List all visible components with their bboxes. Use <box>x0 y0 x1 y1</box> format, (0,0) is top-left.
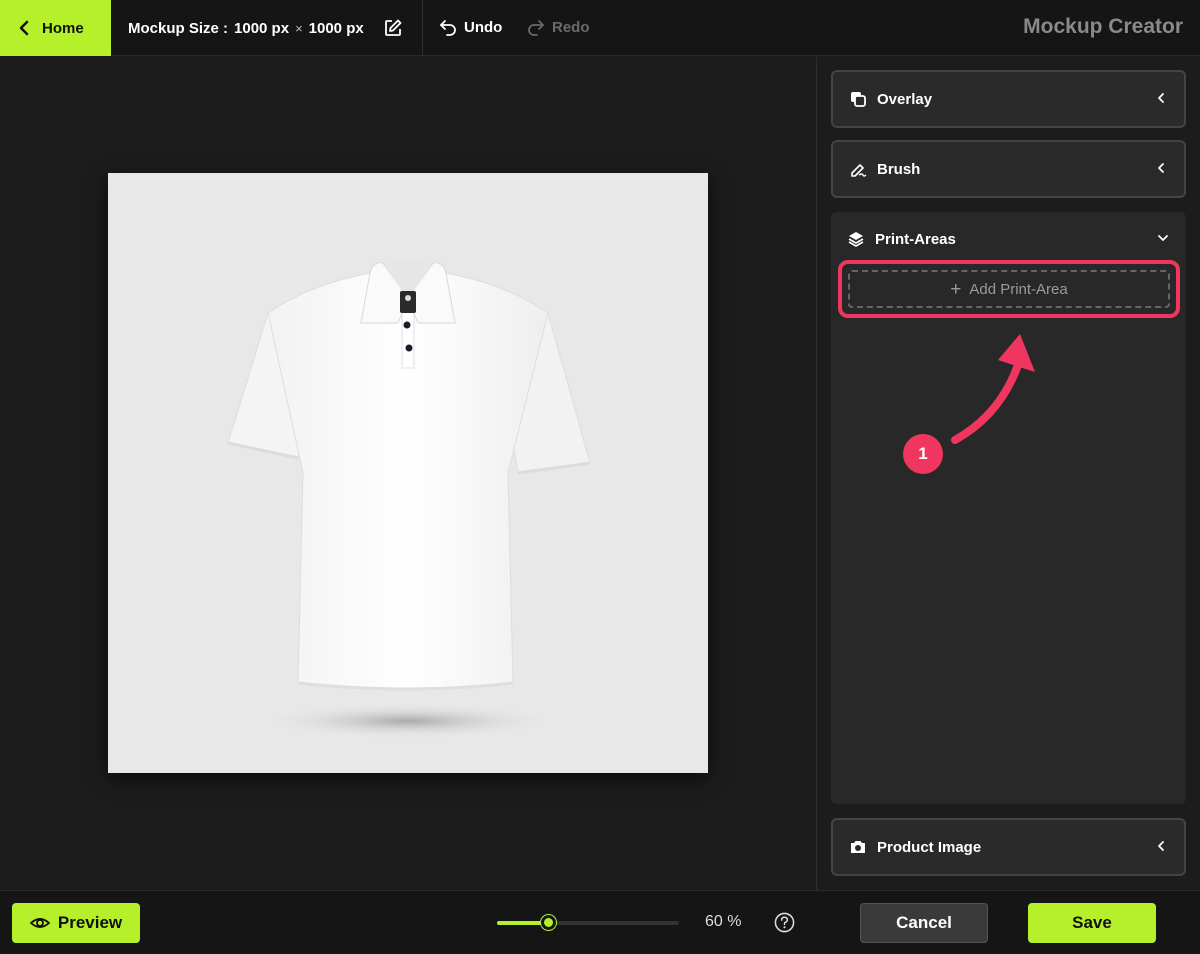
camera-icon <box>851 841 865 853</box>
help-icon[interactable] <box>774 912 795 933</box>
overlay-header[interactable]: Overlay <box>833 72 1184 126</box>
mockup-size-label: Mockup Size : <box>128 19 229 37</box>
undo-button[interactable]: Undo <box>438 17 502 37</box>
brush-icon <box>851 164 867 177</box>
brush-label: Brush <box>877 160 921 178</box>
times-sign: × <box>295 20 303 36</box>
undo-label: Undo <box>464 18 503 36</box>
overlay-label: Overlay <box>877 90 933 108</box>
print-areas-section: Print-Areas + Add Print-Area <box>831 212 1186 804</box>
plus-icon: + <box>950 278 962 300</box>
app-title: Mockup Creator <box>1023 15 1183 38</box>
mockup-width: 1000 px <box>234 19 290 37</box>
home-button[interactable]: Home <box>0 0 111 56</box>
product-image-header[interactable]: Product Image <box>833 820 1184 874</box>
annotation-badge: 1 <box>903 434 943 474</box>
product-image-section[interactable]: Product Image <box>831 818 1186 876</box>
preview-button[interactable]: Preview <box>12 903 140 943</box>
layers-icon <box>848 232 864 247</box>
redo-icon <box>528 20 544 36</box>
top-bar: Home Mockup Size : 1000 px × 1000 px Und… <box>0 0 1200 56</box>
print-areas-header[interactable]: Print-Areas <box>831 212 1186 266</box>
print-areas-label: Print-Areas <box>875 230 956 248</box>
cancel-button[interactable]: Cancel <box>860 903 988 943</box>
mockup-height: 1000 px <box>308 19 364 37</box>
add-print-area-label: Add Print-Area <box>969 280 1068 298</box>
highlight-box: + Add Print-Area <box>838 260 1180 318</box>
preview-label: Preview <box>57 913 123 932</box>
product-image-label: Product Image <box>877 838 982 856</box>
chevron-down-icon <box>1158 235 1168 241</box>
chevron-left-icon <box>19 20 29 36</box>
chevron-left-icon <box>1158 841 1164 851</box>
save-button[interactable]: Save <box>1028 903 1156 943</box>
undo-icon <box>440 20 456 36</box>
edit-icon[interactable] <box>383 18 403 38</box>
eye-icon <box>29 918 50 928</box>
mockup-canvas[interactable] <box>108 173 708 773</box>
zoom-slider-thumb[interactable] <box>540 915 556 930</box>
brush-section[interactable]: Brush <box>831 140 1186 198</box>
overlay-icon <box>851 92 866 107</box>
zoom-slider[interactable] <box>497 915 679 930</box>
overlay-section[interactable]: Overlay <box>831 70 1186 128</box>
brush-header[interactable]: Brush <box>833 142 1184 196</box>
chevron-left-icon <box>1158 93 1164 103</box>
redo-button[interactable]: Redo <box>526 17 590 37</box>
mockup-size: Mockup Size : 1000 px × 1000 px <box>111 0 423 56</box>
bottom-bar: Preview 60 % Cancel Save <box>0 890 1200 954</box>
chevron-left-icon <box>1158 163 1164 173</box>
polo-shirt-image <box>227 260 591 739</box>
zoom-value: 60 % <box>705 913 742 930</box>
right-panel: Overlay Brush Print-Areas + Add Print-Ar… <box>816 57 1200 890</box>
home-label: Home <box>42 19 84 37</box>
add-print-area-button[interactable]: + Add Print-Area <box>848 270 1170 308</box>
redo-label: Redo <box>552 18 590 36</box>
canvas-area <box>0 57 816 890</box>
